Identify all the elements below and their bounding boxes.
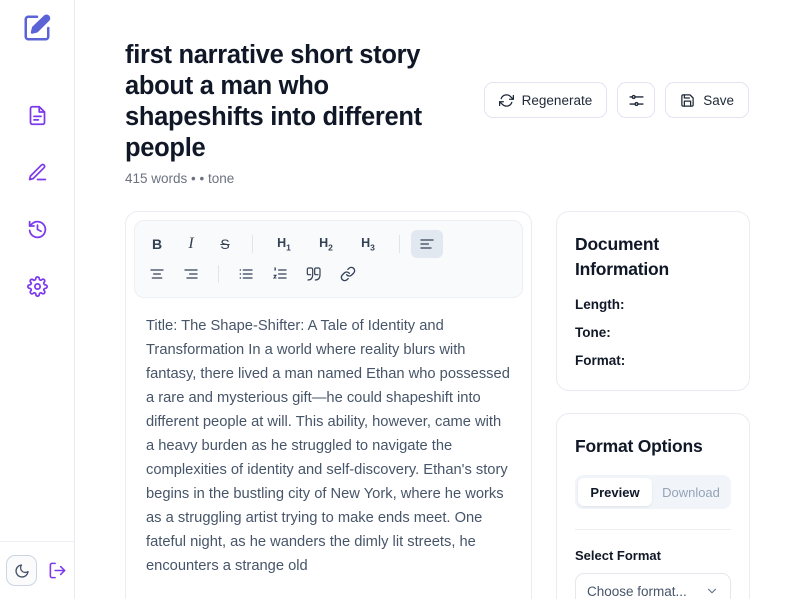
bold-button[interactable]: B (141, 230, 173, 258)
toolbar-row-1: B I S H1 H2 H3 (141, 229, 516, 259)
log-out-icon (48, 561, 67, 580)
document-header: first narrative short story about a man … (125, 40, 749, 186)
italic-button[interactable]: I (175, 230, 207, 258)
refresh-cw-icon (498, 93, 514, 108)
align-center-button[interactable] (141, 260, 173, 288)
format-tab-group: Preview Download (575, 475, 731, 509)
info-row-tone: Tone: (575, 325, 731, 340)
align-right-button[interactable] (175, 260, 207, 288)
info-label-format: Format: (575, 353, 626, 368)
editor-toolbar: B I S H1 H2 H3 (134, 220, 523, 298)
info-label-length: Length: (575, 297, 625, 312)
quote-icon (306, 266, 322, 282)
section-divider (575, 529, 731, 530)
square-pen-icon (22, 13, 52, 43)
heading-2-button[interactable]: H2 (306, 230, 346, 258)
document-options-button[interactable] (617, 82, 656, 118)
toolbar-separator (252, 235, 253, 253)
ordered-list-button[interactable] (264, 260, 296, 288)
sidebar-item-history[interactable] (20, 212, 54, 246)
regenerate-label: Regenerate (521, 92, 593, 108)
document-information-title: Document Information (575, 234, 670, 279)
app-logo[interactable] (15, 6, 59, 50)
title-block: first narrative short story about a man … (125, 40, 470, 186)
toolbar-separator (399, 235, 400, 253)
right-panel: Document Information Length: Tone: Forma… (556, 211, 750, 599)
info-label-tone: Tone: (575, 325, 611, 340)
save-button[interactable]: Save (665, 82, 749, 118)
format-options-title: Format Options (575, 436, 703, 456)
align-left-icon (419, 236, 435, 252)
format-select-value: Choose format... (587, 583, 687, 599)
select-format-label: Select Format (575, 548, 661, 563)
info-row-format: Format: (575, 353, 731, 368)
pen-line-icon (27, 162, 48, 183)
link-icon (340, 266, 356, 282)
content-area: B I S H1 H2 H3 Title: The Shape-Shifter:… (125, 211, 750, 599)
align-left-button[interactable] (411, 230, 443, 258)
main-content: first narrative short story about a man … (75, 0, 795, 599)
editor-text-content[interactable]: Title: The Shape-Shifter: A Tale of Iden… (134, 298, 523, 578)
heading-1-button[interactable]: H1 (264, 230, 304, 258)
toolbar-row-2 (141, 259, 516, 289)
left-sidebar (0, 0, 75, 599)
sidebar-footer (0, 541, 75, 599)
sidebar-item-documents[interactable] (20, 98, 54, 132)
regenerate-button[interactable]: Regenerate (483, 82, 608, 118)
sidebar-item-editor[interactable] (20, 155, 54, 189)
bullet-list-button[interactable] (230, 260, 262, 288)
link-button[interactable] (332, 260, 364, 288)
header-actions: Regenerate Save (483, 82, 749, 118)
sidebar-item-settings[interactable] (20, 269, 54, 303)
blockquote-button[interactable] (298, 260, 330, 288)
chevron-down-icon (705, 584, 719, 598)
page-title: first narrative short story about a man … (125, 41, 422, 162)
floppy-disk-icon (680, 93, 695, 108)
tab-preview[interactable]: Preview (578, 478, 652, 506)
align-center-icon (149, 266, 165, 282)
settings-gear-icon (26, 275, 48, 297)
save-label: Save (703, 92, 734, 108)
strikethrough-button[interactable]: S (209, 230, 241, 258)
logout-button[interactable] (45, 559, 69, 583)
toolbar-separator (218, 265, 219, 283)
file-text-icon (27, 105, 48, 126)
history-icon (27, 219, 48, 240)
tab-download[interactable]: Download (654, 478, 728, 506)
sidebar-nav (20, 98, 54, 303)
heading-3-button[interactable]: H3 (348, 230, 388, 258)
editor-column: B I S H1 H2 H3 Title: The Shape-Shifter:… (125, 211, 532, 599)
info-row-length: Length: (575, 297, 731, 312)
bullet-list-icon (238, 266, 254, 282)
moon-icon (14, 563, 30, 579)
ordered-list-icon (272, 266, 288, 282)
document-meta: 415 words • • tone (125, 171, 235, 186)
document-information-rows: Length: Tone: Format: (575, 297, 731, 368)
align-right-icon (183, 266, 199, 282)
theme-toggle-button[interactable] (6, 555, 37, 586)
document-information-card: Document Information Length: Tone: Forma… (556, 211, 750, 391)
format-options-card: Format Options Preview Download Select F… (556, 413, 750, 599)
sliders-horizontal-icon (628, 92, 645, 109)
format-select[interactable]: Choose format... (575, 573, 731, 599)
editor-card: B I S H1 H2 H3 Title: The Shape-Shifter:… (125, 211, 532, 599)
